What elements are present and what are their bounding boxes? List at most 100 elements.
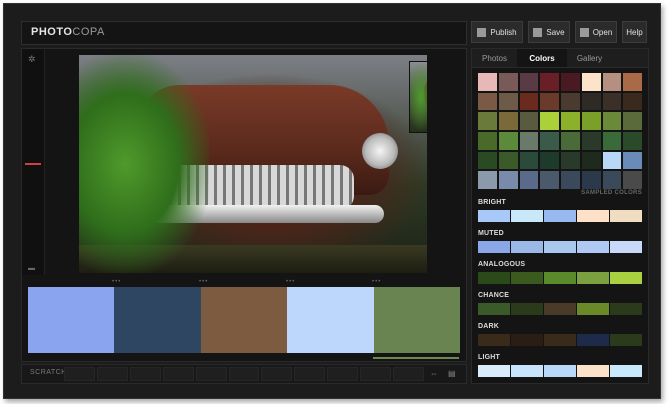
scratch-slot[interactable] xyxy=(162,367,194,381)
harmony-swatch[interactable] xyxy=(511,303,543,315)
harmony-swatch[interactable] xyxy=(478,241,510,253)
scratch-slot[interactable] xyxy=(64,367,95,381)
sampled-color-cell[interactable] xyxy=(519,151,539,170)
scratch-slot[interactable] xyxy=(228,367,260,381)
tab-photos[interactable]: Photos xyxy=(472,49,517,67)
harmony-swatch[interactable] xyxy=(544,272,576,284)
sampled-color-cell[interactable] xyxy=(623,171,642,189)
sampled-color-cell[interactable] xyxy=(623,92,642,111)
palette-swatch[interactable] xyxy=(287,287,374,353)
sampled-color-cell[interactable] xyxy=(498,73,518,91)
palette-swatch[interactable] xyxy=(373,287,461,353)
drag-handle-icon[interactable]: ••• xyxy=(286,279,295,285)
sampled-color-cell[interactable] xyxy=(540,171,559,189)
scratch-slot[interactable] xyxy=(327,367,359,381)
sampled-color-cell[interactable] xyxy=(519,112,539,130)
collapse-icon[interactable]: ▬ xyxy=(28,265,35,272)
harmony-swatch[interactable] xyxy=(577,272,609,284)
sampled-color-cell[interactable] xyxy=(581,131,601,150)
tab-gallery[interactable]: Gallery xyxy=(567,49,612,67)
sampled-color-cell[interactable] xyxy=(498,171,518,189)
harmony-swatch[interactable] xyxy=(610,334,642,346)
drag-handle-icon[interactable]: ••• xyxy=(372,279,381,285)
tab-colors[interactable]: Colors xyxy=(517,49,567,67)
save-button[interactable]: Save xyxy=(528,21,570,43)
sampled-color-cell[interactable] xyxy=(498,151,518,170)
harmony-swatch[interactable] xyxy=(511,365,543,377)
harmony-rule-analogous[interactable]: ANALOGOUS xyxy=(478,261,642,284)
harmony-swatch[interactable] xyxy=(478,365,510,377)
sampled-color-cell[interactable] xyxy=(540,131,559,150)
keyboard-icon[interactable]: ▤ xyxy=(448,369,456,378)
sampled-color-cell[interactable] xyxy=(498,92,518,111)
sampled-color-cell[interactable] xyxy=(478,92,497,111)
sampled-color-cell[interactable] xyxy=(519,92,539,111)
scratch-slot[interactable] xyxy=(261,367,293,381)
harmony-swatch[interactable] xyxy=(511,272,543,284)
sampled-color-cell[interactable] xyxy=(602,151,622,170)
harmony-rule-light[interactable]: LIGHT xyxy=(478,354,642,377)
harmony-rule-bright[interactable]: BRIGHT xyxy=(478,199,642,222)
harmony-swatch[interactable] xyxy=(544,334,576,346)
harmony-rule-chance[interactable]: CHANCE xyxy=(478,292,642,315)
harmony-swatch[interactable] xyxy=(577,241,609,253)
sampled-color-cell[interactable] xyxy=(478,112,497,130)
harmony-swatch[interactable] xyxy=(544,365,576,377)
harmony-swatch[interactable] xyxy=(511,210,543,222)
harmony-swatch[interactable] xyxy=(577,365,609,377)
harmony-swatch[interactable] xyxy=(610,272,642,284)
harmony-swatch[interactable] xyxy=(577,303,609,315)
sampled-color-cell[interactable] xyxy=(581,92,601,111)
sampled-color-cell[interactable] xyxy=(540,73,559,91)
sampled-color-cell[interactable] xyxy=(561,112,580,130)
harmony-swatch[interactable] xyxy=(544,303,576,315)
harmony-rule-dark[interactable]: DARK xyxy=(478,323,642,346)
sampled-color-cell[interactable] xyxy=(602,112,622,130)
harmony-swatch[interactable] xyxy=(544,210,576,222)
drag-handle-icon[interactable]: ••• xyxy=(199,279,208,285)
harmony-swatch[interactable] xyxy=(610,210,642,222)
sampled-color-cell[interactable] xyxy=(478,151,497,170)
sampled-color-cell[interactable] xyxy=(623,112,642,130)
sampled-color-cell[interactable] xyxy=(623,131,642,150)
sampled-color-cell[interactable] xyxy=(561,151,580,170)
sampled-color-cell[interactable] xyxy=(478,131,497,150)
sampled-color-cell[interactable] xyxy=(498,112,518,130)
gear-icon[interactable]: ✲ xyxy=(28,54,36,65)
harmony-swatch[interactable] xyxy=(610,241,642,253)
drag-handle-icon[interactable]: ••• xyxy=(112,279,121,285)
sampled-color-cell[interactable] xyxy=(519,131,539,150)
palette-swatch[interactable] xyxy=(114,287,201,353)
position-marker[interactable] xyxy=(25,163,41,165)
sampled-color-cell[interactable] xyxy=(581,73,601,91)
sampled-color-cell[interactable] xyxy=(561,171,580,189)
swap-icon[interactable]: ⇔ xyxy=(430,369,438,378)
sampled-color-cell[interactable] xyxy=(581,112,601,130)
sampled-color-cell[interactable] xyxy=(623,73,642,91)
sampled-color-cell[interactable] xyxy=(540,151,559,170)
publish-button[interactable]: Publish xyxy=(471,21,523,43)
scratch-slot[interactable] xyxy=(96,367,128,381)
scratch-slot[interactable] xyxy=(195,367,227,381)
sampled-color-cell[interactable] xyxy=(602,92,622,111)
sampled-color-cell[interactable] xyxy=(478,73,497,91)
harmony-swatch[interactable] xyxy=(610,365,642,377)
sampled-color-cell[interactable] xyxy=(519,73,539,91)
harmony-swatch[interactable] xyxy=(610,303,642,315)
palette-swatch[interactable] xyxy=(200,287,288,353)
sampled-color-cell[interactable] xyxy=(561,92,580,111)
harmony-rule-muted[interactable]: MUTED xyxy=(478,230,642,253)
harmony-swatch[interactable] xyxy=(511,241,543,253)
sampled-color-cell[interactable] xyxy=(540,112,559,130)
harmony-swatch[interactable] xyxy=(478,303,510,315)
harmony-swatch[interactable] xyxy=(511,334,543,346)
sampled-color-cell[interactable] xyxy=(623,151,642,170)
palette-swatch[interactable] xyxy=(28,287,115,353)
sampled-color-cell[interactable] xyxy=(602,131,622,150)
sampled-color-cell[interactable] xyxy=(519,171,539,189)
scratch-slot[interactable] xyxy=(393,367,424,381)
harmony-swatch[interactable] xyxy=(478,210,510,222)
harmony-swatch[interactable] xyxy=(478,334,510,346)
harmony-swatch[interactable] xyxy=(544,241,576,253)
sampled-color-cell[interactable] xyxy=(561,73,580,91)
